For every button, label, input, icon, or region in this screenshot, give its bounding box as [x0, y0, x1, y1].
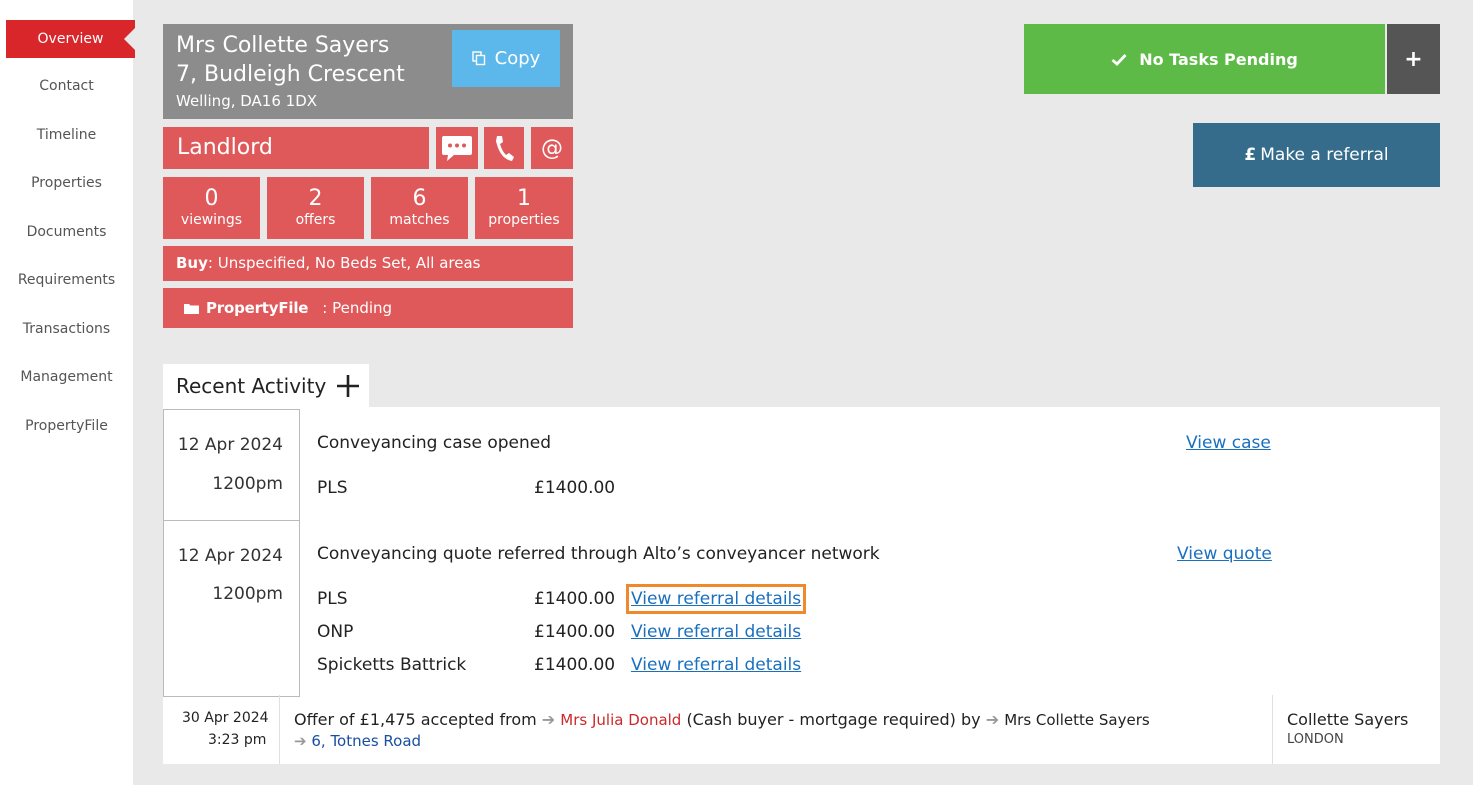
buy-label: Buy [176, 254, 208, 272]
propertyfile-status-text: : Pending [322, 299, 393, 317]
offer-time: 3:23 pm [208, 732, 267, 748]
buy-text: : Unspecified, No Beds Set, All areas [207, 254, 481, 272]
sidebar-item-documents[interactable]: Documents [0, 224, 133, 240]
offer-date: 30 Apr 2024 [182, 710, 269, 726]
stat-number: 6 [412, 186, 427, 211]
sidebar-item-timeline[interactable]: Timeline [0, 127, 133, 143]
buy-requirement[interactable]: Buy: Unspecified, No Beds Set, All areas [163, 246, 573, 281]
speech-bubble-icon [442, 136, 472, 161]
plus-icon: + [1404, 46, 1423, 72]
sidebar-item-requirements[interactable]: Requirements [0, 272, 133, 288]
sidebar: Overview Contact Timeline Properties Doc… [0, 0, 136, 785]
checkmark-icon [1111, 53, 1127, 66]
add-activity-icon[interactable] [336, 374, 360, 398]
activity-title: Conveyancing quote referred through Alto… [317, 544, 880, 564]
stat-matches[interactable]: 6 matches [371, 177, 468, 239]
pound-icon: £ [1244, 145, 1257, 165]
copy-icon [471, 51, 485, 66]
sidebar-item-management[interactable]: Management [0, 369, 133, 385]
active-indicator [124, 27, 136, 51]
tasks-label: No Tasks Pending [1139, 49, 1298, 69]
view-case-link[interactable]: View case [1186, 433, 1271, 453]
sms-button[interactable] [436, 127, 478, 169]
copy-button[interactable]: Copy [452, 30, 560, 87]
property-link[interactable]: 6, Totnes Road [311, 732, 421, 750]
sidebar-item-transactions[interactable]: Transactions [0, 321, 133, 337]
add-task-button[interactable]: + [1387, 24, 1440, 94]
activity-date-cell: 12 Apr 2024 1200pm [163, 409, 300, 521]
phone-icon [496, 136, 514, 161]
stat-properties[interactable]: 1 properties [475, 177, 573, 239]
propertyfile-status[interactable]: PropertyFile : Pending [163, 288, 573, 328]
arrow-right-icon: ➔ [985, 710, 1000, 729]
stat-label: viewings [180, 212, 243, 228]
stat-label: matches [389, 212, 450, 228]
buyer-link[interactable]: Mrs Julia Donald [560, 711, 681, 729]
offer-text: (Cash buyer - mortgage required) by [686, 710, 981, 729]
sidebar-item-propertyfile[interactable]: PropertyFile [0, 418, 133, 434]
activity-date-cell: 12 Apr 2024 1200pm [163, 520, 300, 697]
view-referral-details-link[interactable]: View referral details [625, 584, 807, 614]
make-referral-button[interactable]: £ Make a referral [1193, 123, 1440, 187]
arrow-right-icon: ➔ [294, 732, 307, 750]
stat-offers[interactable]: 2 offers [267, 177, 364, 239]
sidebar-item-label: Overview [37, 31, 104, 47]
provider-amount: £1400.00 [534, 622, 616, 642]
column-divider [1272, 695, 1273, 764]
stat-number: 2 [308, 186, 323, 211]
negotiator-office: LONDON [1287, 732, 1344, 747]
tasks-button[interactable]: No Tasks Pending [1024, 24, 1385, 94]
negotiator-name: Collette Sayers [1287, 710, 1409, 729]
folder-icon [184, 303, 199, 314]
contact-name: Mrs Collette Sayers [176, 33, 390, 58]
offer-text: Offer of £1,475 accepted from [294, 710, 537, 729]
provider-name: PLS [317, 589, 348, 609]
activity-title: Conveyancing case opened [317, 433, 552, 453]
contact-address-line1: 7, Budleigh Crescent [176, 62, 405, 87]
activity-time: 1200pm [212, 584, 283, 604]
stat-label: properties [488, 212, 560, 228]
copy-label: Copy [494, 48, 541, 69]
seller-link[interactable]: Mrs Collette Sayers [1004, 711, 1149, 729]
stat-label: offers [295, 212, 336, 228]
stat-number: 1 [517, 186, 531, 211]
stat-number: 0 [204, 186, 219, 211]
column-divider [279, 695, 280, 764]
sidebar-item-properties[interactable]: Properties [0, 175, 133, 191]
at-sign-icon: @ [541, 135, 563, 161]
activity-time: 1200pm [212, 474, 283, 494]
view-referral-details-link[interactable]: View referral details [631, 655, 801, 675]
propertyfile-label: PropertyFile [206, 299, 309, 317]
provider-name: PLS [317, 478, 348, 498]
provider-name: Spicketts Battrick [317, 655, 467, 675]
tab-recent-activity[interactable]: Recent Activity [163, 364, 369, 408]
arrow-right-icon: ➔ [541, 710, 556, 729]
activity-date: 12 Apr 2024 [177, 546, 283, 566]
sidebar-item-contact[interactable]: Contact [0, 78, 133, 94]
contact-address-line2: Welling, DA16 1DX [176, 92, 318, 110]
stat-viewings[interactable]: 0 viewings [163, 177, 260, 239]
offer-description: Offer of £1,475 accepted from ➔ Mrs Juli… [294, 710, 1150, 729]
sidebar-item-overview[interactable]: Overview [6, 20, 136, 58]
provider-amount: £1400.00 [534, 589, 616, 609]
call-button[interactable] [484, 127, 524, 169]
provider-name: ONP [317, 622, 354, 642]
recent-activity-title: Recent Activity [176, 374, 327, 398]
view-referral-details-link[interactable]: View referral details [631, 622, 801, 642]
referral-label: Make a referral [1260, 145, 1389, 165]
contact-role: Landlord [163, 127, 429, 169]
provider-amount: £1400.00 [534, 478, 616, 498]
view-quote-link[interactable]: View quote [1177, 544, 1272, 564]
email-button[interactable]: @ [531, 127, 573, 169]
offer-property: ➔ 6, Totnes Road [294, 732, 421, 750]
contact-card: Mrs Collette Sayers 7, Budleigh Crescent… [163, 24, 573, 119]
activity-date: 12 Apr 2024 [177, 435, 283, 455]
provider-amount: £1400.00 [534, 655, 616, 675]
